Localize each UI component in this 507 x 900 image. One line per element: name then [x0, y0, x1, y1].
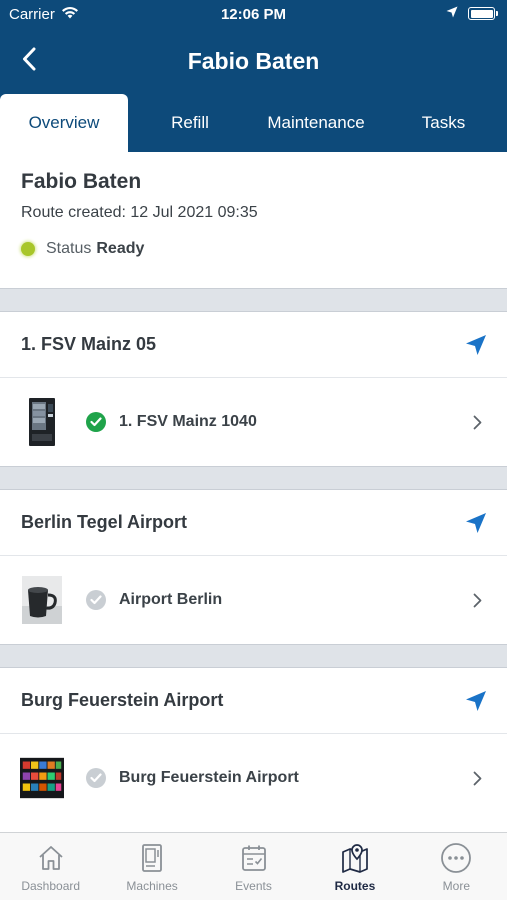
machine-name: 1. FSV Mainz 1040: [119, 413, 257, 430]
section-divider: [0, 288, 507, 312]
check-circle-icon: [86, 768, 106, 788]
route-created-date: Route created: 12 Jul 2021 09:35: [21, 204, 258, 221]
check-circle-icon: [86, 412, 106, 432]
chevron-right-icon: [469, 592, 485, 608]
route-content[interactable]: Fabio Baten Route created: 12 Jul 2021 0…: [0, 152, 507, 832]
tab-overview[interactable]: Overview: [0, 94, 128, 152]
machine-name: Burg Feuerstein Airport: [119, 769, 299, 786]
status-dot-icon: [21, 242, 35, 256]
status-right: [446, 5, 498, 22]
location-arrow-icon: [446, 5, 458, 22]
bottom-tab-dashboard[interactable]: Dashboard: [0, 833, 101, 900]
bottom-tab-bar: Dashboard Machines Events Routes More: [0, 832, 507, 900]
bottom-tab-routes[interactable]: Routes: [304, 833, 405, 900]
machine-icon: [136, 842, 168, 874]
chevron-right-icon: [469, 414, 485, 430]
check-circle-icon: [86, 590, 106, 610]
location-header: Berlin Tegel Airport: [0, 490, 507, 556]
navigate-arrow-icon[interactable]: [463, 510, 489, 536]
bottom-tab-events[interactable]: Events: [203, 833, 304, 900]
bottom-tab-label: Dashboard: [21, 879, 81, 893]
battery-icon: [468, 7, 498, 20]
tab-refill[interactable]: Refill: [128, 94, 252, 152]
location-header: Burg Feuerstein Airport: [0, 668, 507, 734]
status-value: Ready: [96, 240, 145, 257]
status-bar: Carrier 12:06 PM: [0, 0, 507, 30]
vending-machine-photo: [29, 398, 55, 446]
route-name: Fabio Baten: [21, 170, 142, 193]
snack-machine-photo: [20, 757, 64, 799]
map-pin-icon: [339, 842, 371, 874]
machine-row[interactable]: Burg Feuerstein Airport: [0, 734, 507, 822]
bottom-tab-label: More: [442, 879, 470, 893]
location-header: 1. FSV Mainz 05: [0, 312, 507, 378]
machine-row[interactable]: Airport Berlin: [0, 556, 507, 644]
bottom-tab-label: Machines: [126, 879, 178, 893]
navigate-arrow-icon[interactable]: [463, 688, 489, 714]
location-name: Berlin Tegel Airport: [21, 512, 188, 532]
status-time: 12:06 PM: [220, 6, 287, 23]
home-icon: [35, 842, 67, 874]
tab-bar: Overview Refill Maintenance Tasks: [0, 94, 507, 152]
status-label: Status: [46, 240, 92, 257]
route-status: Status Ready: [21, 240, 486, 258]
navigate-arrow-icon[interactable]: [463, 332, 489, 358]
section-divider: [0, 466, 507, 490]
section-divider: [0, 644, 507, 668]
calendar-icon: [238, 842, 270, 874]
bottom-tab-more[interactable]: More: [406, 833, 507, 900]
route-summary: Fabio Baten Route created: 12 Jul 2021 0…: [0, 152, 507, 288]
tab-maintenance[interactable]: Maintenance: [252, 94, 380, 152]
chevron-right-icon: [469, 770, 485, 786]
machine-row[interactable]: 1. FSV Mainz 1040: [0, 378, 507, 466]
bottom-tab-label: Events: [235, 879, 272, 893]
machine-thumbnail: [20, 753, 64, 803]
bottom-tab-label: Routes: [334, 879, 376, 893]
location-name: Burg Feuerstein Airport: [21, 690, 224, 710]
machine-thumbnail: [20, 575, 64, 625]
bottom-tab-machines[interactable]: Machines: [101, 833, 202, 900]
page-title: Fabio Baten: [187, 48, 320, 74]
machine-thumbnail: [20, 397, 64, 447]
coffee-mug-photo: [22, 576, 62, 624]
more-icon: [440, 842, 472, 874]
tab-tasks[interactable]: Tasks: [380, 94, 507, 152]
location-name: 1. FSV Mainz 05: [21, 334, 157, 354]
machine-name: Airport Berlin: [119, 591, 223, 608]
app-header: Carrier 12:06 PM Fabio Baten Overview Re…: [0, 0, 507, 152]
nav-bar: Fabio Baten: [0, 38, 507, 84]
